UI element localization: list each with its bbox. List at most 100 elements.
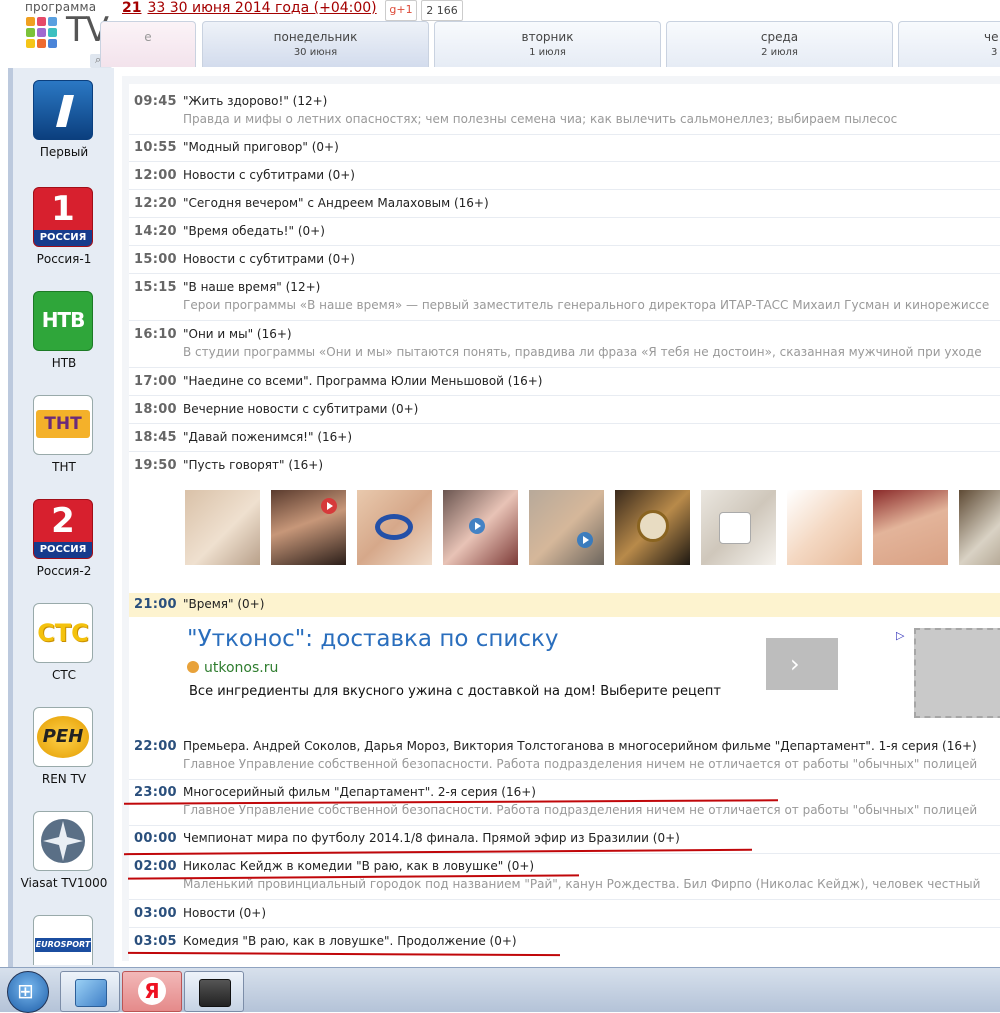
program-row[interactable]: 18:00 Вечерние новости с субтитрами (0+): [129, 398, 1000, 422]
row-divider: [129, 134, 1000, 135]
program-title: "Наедине со всеми". Программа Юлии Меньш…: [183, 374, 543, 388]
program-title: "Давай поженимся!" (16+): [183, 430, 353, 444]
program-row[interactable]: 18:45 "Давай поженимся!" (16+): [129, 426, 1000, 450]
site-logo[interactable]: программа TV: [22, 0, 109, 56]
program-row[interactable]: 03:00 Новости (0+): [129, 902, 1000, 926]
tab-monday[interactable]: понедельник 30 июня: [202, 21, 429, 67]
ad-image-placeholder[interactable]: [914, 628, 1000, 718]
program-row[interactable]: 03:05 Комедия "В раю, как в ловушке". Пр…: [129, 930, 1000, 954]
program-title: Николас Кейдж в комедии "В раю, как в ло…: [183, 859, 535, 873]
tab-tuesday[interactable]: вторник 1 июля: [434, 21, 661, 67]
tab-day-name: понедельник: [273, 30, 358, 44]
row-divider: [129, 189, 1000, 190]
channel-item-first[interactable]: Первый: [14, 74, 114, 172]
program-row[interactable]: 12:00 Новости с субтитрами (0+): [129, 164, 1000, 188]
ad-headline[interactable]: "Утконос": доставка по списку: [187, 626, 559, 652]
promo-thumb[interactable]: [529, 490, 604, 565]
tab-day-name: е: [144, 30, 152, 44]
program-row[interactable]: 15:00 Новости с субтитрами (0+): [129, 248, 1000, 272]
program-row[interactable]: 16:10 "Они и мы" (16+) В студии программ…: [129, 323, 1000, 367]
sts-logo: СТС: [33, 603, 93, 663]
taskbar-item-control-panel[interactable]: [60, 971, 120, 1012]
program-time: 10:55: [134, 140, 177, 155]
windows-logo-icon: ⊞: [17, 979, 34, 1003]
promo-thumb[interactable]: [615, 490, 690, 565]
promo-thumb[interactable]: [271, 490, 346, 565]
tab-wednesday[interactable]: среда 2 июля: [666, 21, 893, 67]
ad-go-button[interactable]: ›: [766, 638, 838, 690]
taskbar-item-tv-tuner[interactable]: [184, 971, 244, 1012]
tab-day-date: 3: [991, 47, 998, 58]
channel-item-tnt[interactable]: ТНТ ТНТ: [14, 389, 114, 487]
channel-item-russia-2[interactable]: 2 РОССИЯ Россия-2: [14, 493, 114, 591]
taskbar-item-yandex-browser[interactable]: Я: [122, 971, 182, 1012]
promo-thumb[interactable]: [357, 490, 432, 565]
promo-thumb[interactable]: [787, 490, 862, 565]
program-row[interactable]: 00:00 Чемпионат мира по футболу 2014.1/8…: [129, 827, 1000, 851]
program-row[interactable]: 14:20 "Время обедать!" (0+): [129, 220, 1000, 244]
ad-url[interactable]: utkonos.ru: [187, 660, 278, 676]
ad-text: Все ингредиенты для вкусного ужина с дос…: [189, 684, 721, 699]
channel-item-viasat-tv1000[interactable]: Viasat TV1000: [14, 805, 114, 903]
program-time: 15:15: [134, 280, 177, 295]
google-plus-button[interactable]: g+1: [385, 0, 417, 21]
ad-banner[interactable]: "Утконос": доставка по списку utkonos.ru…: [187, 624, 1000, 724]
promo-thumb[interactable]: [873, 490, 948, 565]
channel-item-sts[interactable]: СТС СТС: [14, 597, 114, 695]
channel-item-russia-1[interactable]: 1 РОССИЯ Россия-1: [14, 181, 114, 279]
program-row[interactable]: 09:45 "Жить здорово!" (12+) Правда и миф…: [129, 90, 1000, 134]
program-row[interactable]: 12:20 "Сегодня вечером" с Андреем Малахо…: [129, 192, 1000, 216]
program-row[interactable]: 10:55 "Модный приговор" (0+): [129, 136, 1000, 160]
google-plus-count: 2 166: [421, 0, 463, 21]
program-description: Маленький провинциальный городок под наз…: [183, 877, 981, 891]
program-title: "Пусть говорят" (16+): [183, 458, 324, 472]
ren-tv-badge: РЕН: [37, 716, 89, 758]
russia-1-digit: 1: [51, 189, 75, 229]
eurosport-logo: EUROSPORT: [33, 915, 93, 965]
channel-name: СТС: [51, 668, 77, 682]
tab-day-date: 30 июня: [293, 47, 338, 58]
ren-word: РЕН: [42, 726, 84, 747]
program-title: "Жить здорово!" (12+): [183, 94, 328, 108]
channel-item-eurosport[interactable]: EUROSPORT: [14, 909, 114, 965]
ntv-logo: НТВ: [33, 291, 93, 351]
date-link[interactable]: 33 30 июня 2014 года (+04:00): [147, 0, 376, 16]
schedule-list: 09:45 "Жить здорово!" (12+) Правда и миф…: [129, 84, 1000, 961]
chevron-right-icon: ›: [790, 650, 800, 678]
russia-2-digit: 2: [51, 501, 75, 541]
tab-sunday[interactable]: е: [100, 21, 196, 67]
row-divider: [129, 367, 1000, 368]
channel-item-ren-tv[interactable]: РЕН REN TV: [14, 701, 114, 799]
logo-square: [37, 28, 46, 37]
control-panel-icon: [75, 979, 107, 1007]
eurosport-word: EUROSPORT: [35, 938, 91, 952]
logo-square: [26, 39, 35, 48]
promo-thumb[interactable]: [185, 490, 260, 565]
channel-name: REN TV: [41, 772, 87, 786]
tab-thursday[interactable]: че 3: [898, 21, 1000, 67]
date-number-link[interactable]: 21: [122, 0, 141, 16]
program-row[interactable]: 22:00 Премьера. Андрей Соколов, Дарья Мо…: [129, 735, 1000, 779]
start-button[interactable]: ⊞: [7, 971, 49, 1013]
channel-name: НТВ: [51, 356, 77, 370]
russia-2-word: РОССИЯ: [34, 542, 92, 558]
row-divider: [129, 273, 1000, 274]
program-description: Правда и мифы о летних опасностях; чем п…: [183, 112, 898, 126]
program-title: Новости с субтитрами (0+): [183, 252, 355, 266]
watch-icon: [637, 510, 669, 542]
promo-thumb[interactable]: [443, 490, 518, 565]
russia-2-logo: 2 РОССИЯ: [33, 499, 93, 559]
channel-item-ntv[interactable]: НТВ НТВ: [14, 285, 114, 383]
promo-thumb[interactable]: [701, 490, 776, 565]
program-row[interactable]: 17:00 "Наедине со всеми". Программа Юлии…: [129, 370, 1000, 394]
first-channel-logo: [33, 80, 93, 140]
promo-thumb[interactable]: [959, 490, 1000, 565]
program-title: Многосерийный фильм "Департамент". 2-я с…: [183, 785, 536, 799]
program-row-highlighted[interactable]: 21:00 "Время" (0+): [129, 593, 1000, 617]
first-channel-digit-icon: [56, 95, 74, 127]
program-title: Новости (0+): [183, 906, 267, 920]
tab-day-date: 1 июля: [529, 47, 566, 58]
program-row[interactable]: 15:15 "В наше время" (12+) Герои програм…: [129, 276, 1000, 320]
ad-choices-icon[interactable]: ▷: [896, 629, 904, 642]
program-row[interactable]: 19:50 "Пусть говорят" (16+): [129, 454, 1000, 478]
